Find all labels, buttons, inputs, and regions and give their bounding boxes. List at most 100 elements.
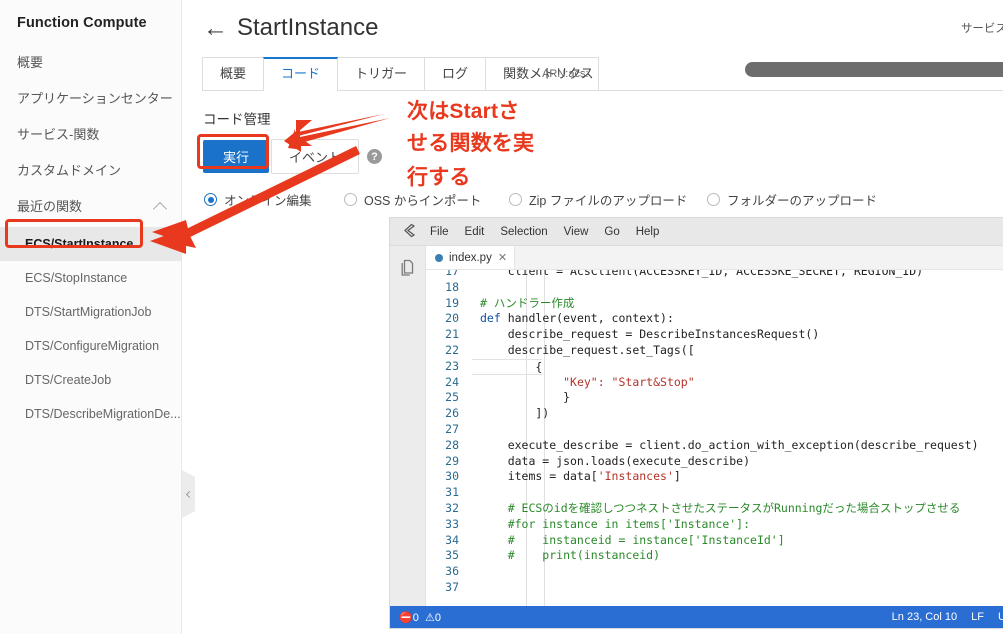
event-button[interactable]: イベント [271, 139, 359, 174]
editor-menu-edit[interactable]: Edit [458, 223, 492, 241]
statusbar-problems[interactable]: ⛔0 ⚠0 [399, 611, 441, 624]
code-line[interactable]: 25 } [426, 390, 1003, 406]
editor-menu-selection[interactable]: Selection [493, 223, 554, 241]
code-line[interactable]: 26 ]) [426, 406, 1003, 422]
sidebar-item-ecs-stopinstance[interactable]: ECS/StopInstance [0, 261, 181, 295]
line-number: 19 [426, 296, 472, 312]
line-content: { [472, 359, 542, 375]
sidebar-item-custom-domain[interactable]: カスタムドメイン [0, 153, 181, 189]
line-content: # instanceid = instance['InstanceId'] [472, 533, 785, 549]
code-line[interactable]: 31 [426, 485, 1003, 501]
code-line[interactable]: 29 data = json.loads(execute_describe) [426, 454, 1003, 470]
code-line[interactable]: 27 [426, 422, 1003, 438]
sidebar-group-label: 最近の関数 [17, 199, 82, 215]
sidebar-item-dts-describemigrationde[interactable]: DTS/DescribeMigrationDe... [0, 397, 181, 431]
tab-overview[interactable]: 概要 [202, 57, 264, 90]
code-line[interactable]: 35 # print(instanceid) [426, 548, 1003, 564]
line-number: 36 [426, 564, 472, 580]
tab-function-metrics[interactable]: 関数メトリクス ARN:acs: [485, 57, 599, 90]
radio-folder-upload-label: フォルダーのアップロード [727, 190, 877, 209]
sidebar-item-dts-startmigrationjob[interactable]: DTS/StartMigrationJob [0, 295, 181, 329]
code-line[interactable]: 18 [426, 280, 1003, 296]
line-content: ]) [472, 406, 549, 422]
sidebar-item-dts-configuremigration[interactable]: DTS/ConfigureMigration [0, 329, 181, 363]
service-version-label: サービスバージョン:LATEST [961, 23, 1003, 35]
code-line[interactable]: 21 describe_request = DescribeInstancesR… [426, 327, 1003, 343]
radio-online-edit-label: オンライン編集 [224, 190, 312, 209]
close-icon[interactable]: ✕ [498, 251, 507, 264]
question-mark-icon[interactable]: ? [367, 149, 382, 164]
sidebar-item-ecs-startinstance[interactable]: ECS/StartInstance [0, 227, 181, 261]
vscode-logo-icon [397, 223, 421, 241]
line-number: 28 [426, 438, 472, 454]
code-line[interactable]: 32 # ECSのidを確認しつつネストさせたステータスがRunningだった場… [426, 501, 1003, 517]
radio-folder-upload[interactable]: フォルダーのアップロード [707, 190, 877, 209]
radio-zip-upload-label: Zip ファイルのアップロード [529, 190, 687, 209]
statusbar-eol[interactable]: LF [971, 611, 984, 623]
code-line[interactable]: 36 [426, 564, 1003, 580]
line-number: 34 [426, 533, 472, 549]
sidebar-item-overview[interactable]: 概要 [0, 45, 181, 81]
line-content: # print(instanceid) [472, 548, 660, 564]
code-line[interactable]: 30 items = data['Instances'] [426, 469, 1003, 485]
editor-menu-file[interactable]: File [423, 223, 456, 241]
header-actions: サービスバージョン:LATEST [961, 17, 1003, 39]
line-content: describe_request.set_Tags([ [472, 343, 695, 359]
statusbar-cursor-position[interactable]: Ln 23, Col 10 [892, 611, 957, 623]
code-line[interactable]: 19# ハンドラー作成 [426, 296, 1003, 312]
code-line[interactable]: 17 client = AcsClient(ACCESSKEY_ID, ACCE… [426, 270, 1003, 280]
radio-online-edit[interactable]: オンライン編集 [204, 190, 344, 209]
code-line[interactable]: 34 # instanceid = instance['InstanceId'] [426, 533, 1003, 549]
line-number: 29 [426, 454, 472, 470]
code-viewport[interactable]: 17 client = AcsClient(ACCESSKEY_ID, ACCE… [426, 270, 1003, 629]
sidebar-item-dts-createjob[interactable]: DTS/CreateJob [0, 363, 181, 397]
sidebar-item-service-function[interactable]: サービス-関数 [0, 117, 181, 153]
code-line[interactable]: 28 execute_describe = client.do_action_w… [426, 438, 1003, 454]
line-number: 25 [426, 390, 472, 406]
sidebar-collapse-handle[interactable] [182, 470, 195, 518]
sidebar-recent-function-list: ECS/StartInstance ECS/StopInstance DTS/S… [0, 227, 181, 431]
run-button[interactable]: 実行 [203, 140, 269, 173]
page-root: Function Compute 概要 アプリケーションセンター サービス-関数… [0, 0, 1003, 634]
redaction-bar [745, 62, 1003, 77]
line-content [472, 564, 480, 580]
code-line[interactable]: 23 { [426, 359, 1003, 375]
app-brand: Function Compute [0, 0, 181, 31]
error-count: 0 [413, 612, 419, 624]
statusbar-encoding[interactable]: UTF-8 [998, 611, 1003, 623]
code-editor: File Edit Selection View Go Help ▶ Invok… [389, 217, 1003, 629]
line-number: 27 [426, 422, 472, 438]
line-number: 31 [426, 485, 472, 501]
sidebar-item-application-center[interactable]: アプリケーションセンター [0, 81, 181, 117]
editor-body: index.py ✕ 17 client = AcsClient(ACCESSK… [390, 246, 1003, 629]
code-line[interactable]: 20def handler(event, context): [426, 311, 1003, 327]
line-content: #for instance in items['Instance']: [472, 517, 750, 533]
code-line[interactable]: 37 [426, 580, 1003, 596]
file-tab-index-py[interactable]: index.py ✕ [426, 246, 515, 269]
code-line[interactable]: 22 describe_request.set_Tags([ [426, 343, 1003, 359]
python-file-icon [435, 254, 443, 262]
files-icon[interactable] [398, 258, 417, 282]
tab-code[interactable]: コード [263, 57, 338, 90]
editor-menu-go[interactable]: Go [597, 223, 626, 241]
file-tab-label: index.py [449, 252, 492, 264]
tab-trigger[interactable]: トリガー [337, 57, 425, 90]
editor-menu-view[interactable]: View [557, 223, 596, 241]
radio-zip-upload[interactable]: Zip ファイルのアップロード [509, 190, 707, 209]
editor-main: index.py ✕ 17 client = AcsClient(ACCESSK… [426, 246, 1003, 629]
sidebar-group-recent-functions[interactable]: 最近の関数 [0, 189, 181, 225]
back-arrow-icon[interactable]: ← [203, 16, 228, 41]
editor-menu-help[interactable]: Help [629, 223, 667, 241]
line-content [472, 422, 480, 438]
tab-log[interactable]: ログ [424, 57, 486, 90]
tab-function-metrics-label: 関数メトリクス [503, 66, 594, 81]
radio-oss-import[interactable]: OSS からインポート [344, 190, 509, 209]
code-line[interactable]: 24 "Key": "Start&Stop" [426, 375, 1003, 391]
radio-oss-import-label: OSS からインポート [364, 190, 481, 209]
radio-online-edit-indicator [204, 193, 217, 206]
service-version-selector[interactable]: サービスバージョン:LATEST [961, 20, 1003, 36]
line-number: 32 [426, 501, 472, 517]
line-content [472, 485, 480, 501]
code-line[interactable]: 33 #for instance in items['Instance']: [426, 517, 1003, 533]
line-number: 18 [426, 280, 472, 296]
